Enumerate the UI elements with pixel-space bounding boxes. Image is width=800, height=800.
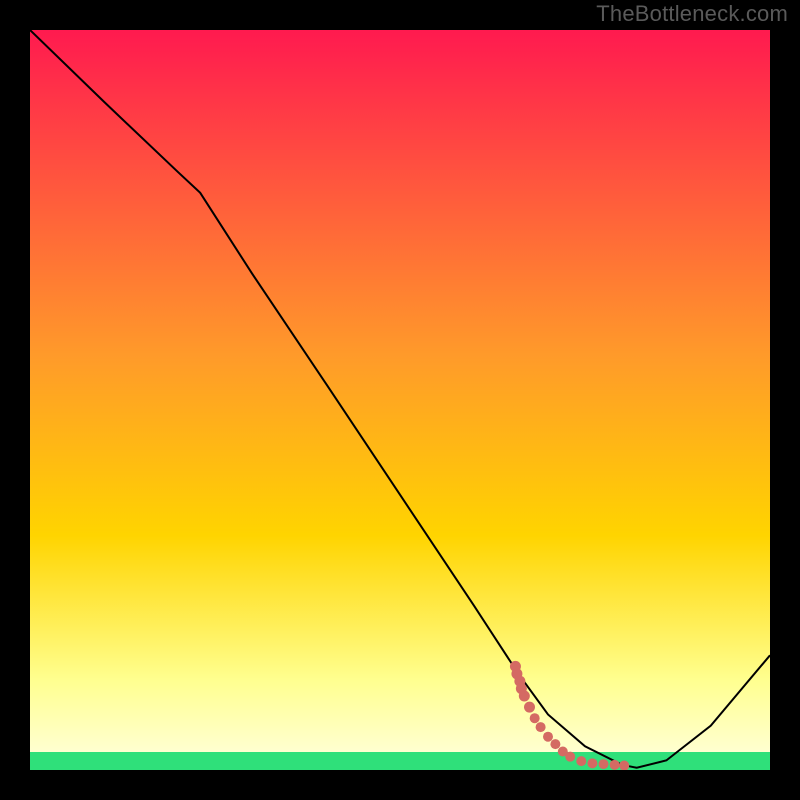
highlight-dot bbox=[576, 756, 586, 766]
highlight-dot bbox=[536, 722, 546, 732]
highlight-dot bbox=[519, 691, 530, 702]
highlight-dot bbox=[565, 752, 575, 762]
chart-svg bbox=[30, 30, 770, 770]
highlight-dot bbox=[530, 713, 540, 723]
highlight-dot bbox=[599, 759, 609, 769]
highlight-dot bbox=[543, 732, 553, 742]
highlight-dot bbox=[610, 760, 620, 770]
green-band bbox=[30, 752, 770, 770]
highlight-dot bbox=[524, 702, 535, 713]
chart-canvas: TheBottleneck.com bbox=[0, 0, 800, 800]
highlight-dot bbox=[550, 739, 560, 749]
plot-area bbox=[30, 30, 770, 770]
watermark-text: TheBottleneck.com bbox=[596, 1, 788, 27]
highlight-dot bbox=[587, 758, 597, 768]
